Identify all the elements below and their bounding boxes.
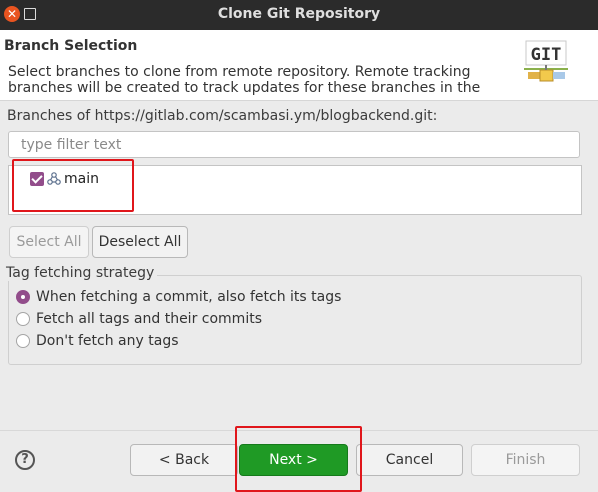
radio-button[interactable] [16, 334, 30, 348]
window-title: Clone Git Repository [217, 6, 381, 22]
branch-filter-input[interactable] [8, 131, 580, 158]
tag-option-fetch-commit-tags[interactable]: When fetching a commit, also fetch its t… [16, 289, 341, 305]
radio-button[interactable] [16, 290, 30, 304]
title-bar: ✕ Clone Git Repository [0, 0, 598, 30]
tag-strategy-label: Tag fetching strategy [6, 265, 158, 281]
tag-option-no-tags[interactable]: Don't fetch any tags [16, 333, 179, 349]
next-button[interactable]: Next > [239, 444, 348, 476]
tag-option-fetch-all-tags[interactable]: Fetch all tags and their commits [16, 311, 262, 327]
branch-checkbox[interactable] [30, 172, 44, 186]
tag-option-label: Don't fetch any tags [36, 333, 179, 349]
help-icon[interactable]: ? [15, 450, 35, 470]
branch-icon [47, 172, 61, 185]
tag-option-label: Fetch all tags and their commits [36, 311, 262, 327]
tag-option-label: When fetching a commit, also fetch its t… [36, 289, 342, 305]
footer-separator [0, 430, 598, 431]
cancel-button[interactable]: Cancel [356, 444, 463, 476]
page-description: Select branches to clone from remote rep… [8, 64, 481, 96]
branches-label: Branches of https://gitlab.com/scambasi.… [7, 108, 438, 124]
deselect-all-button[interactable]: Deselect All [92, 226, 188, 258]
page-title: Branch Selection [4, 38, 138, 54]
radio-button[interactable] [16, 312, 30, 326]
select-all-button[interactable]: Select All [9, 226, 89, 258]
wizard-header: Branch Selection Select branches to clon… [0, 30, 598, 101]
branch-label: main [64, 171, 99, 187]
git-logo-text: GIT [531, 45, 562, 65]
branch-item-main[interactable]: main [30, 170, 99, 188]
git-logo-icon: GIT [524, 40, 568, 82]
finish-button[interactable]: Finish [471, 444, 580, 476]
branch-list: main [8, 165, 582, 215]
back-button[interactable]: < Back [130, 444, 238, 476]
